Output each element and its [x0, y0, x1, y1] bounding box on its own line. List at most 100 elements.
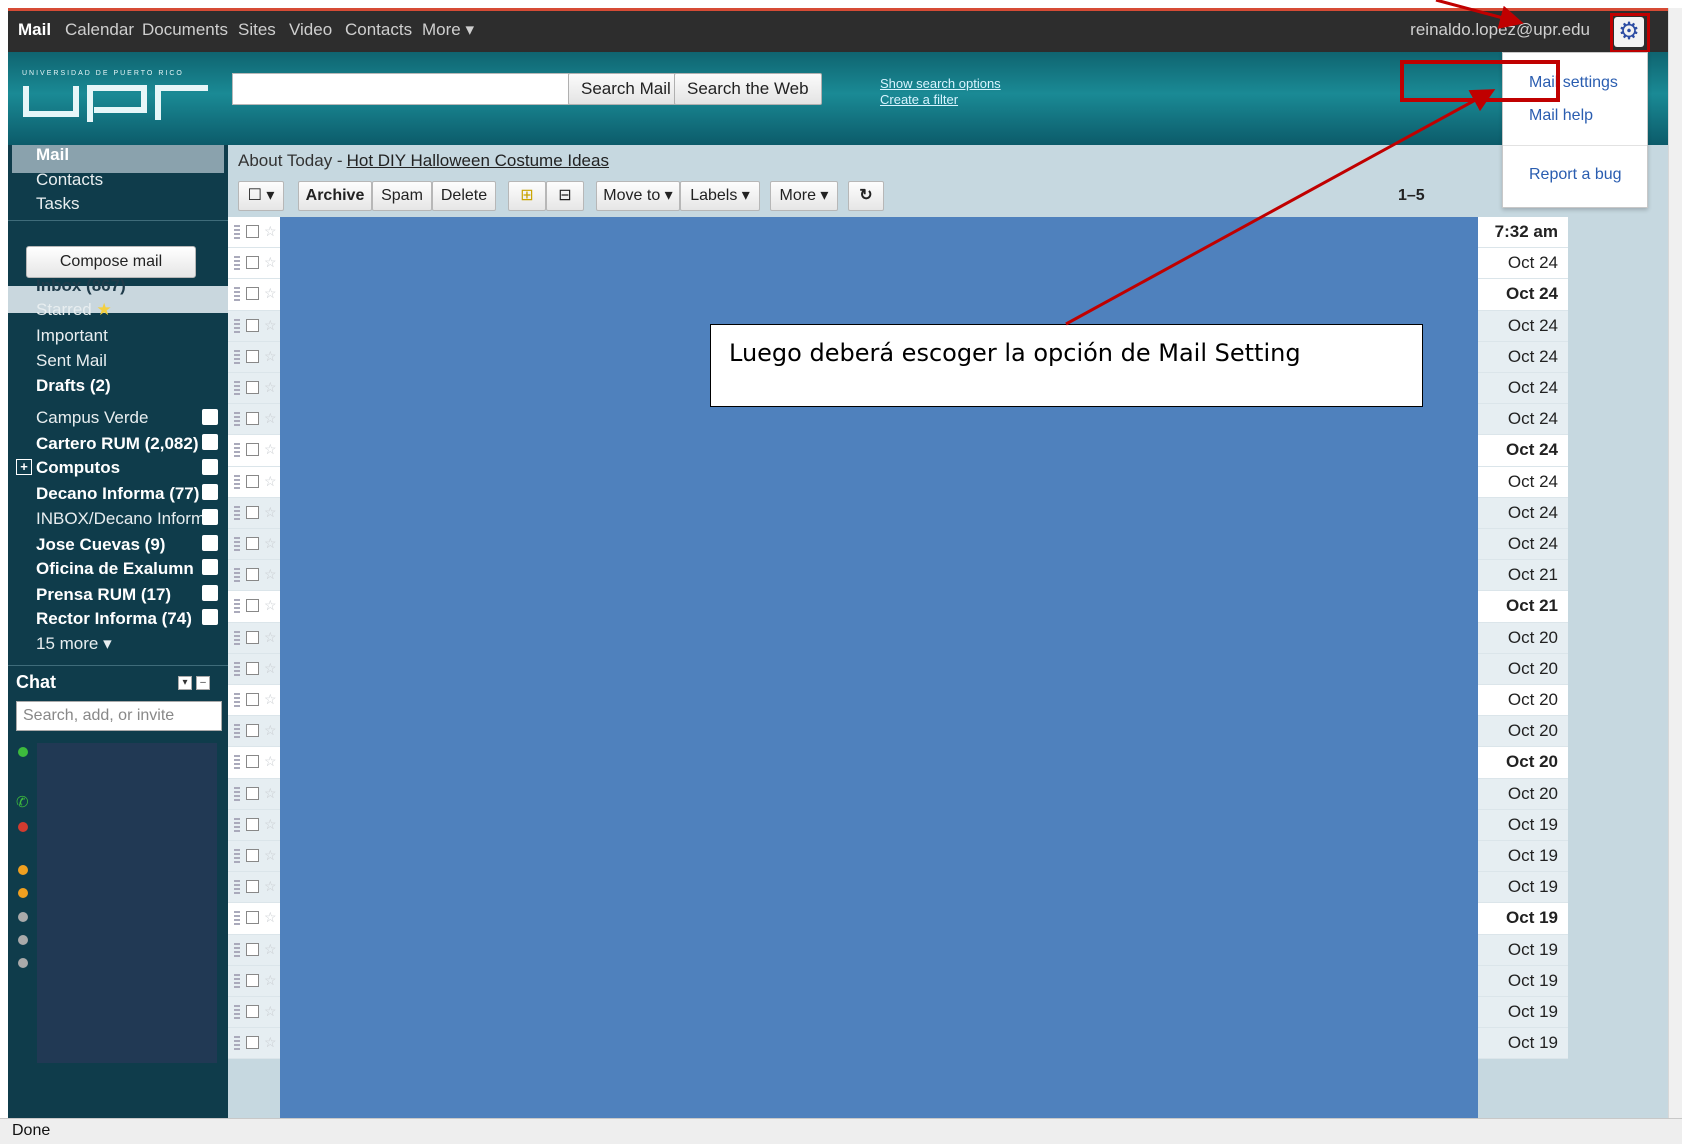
sidebar-tasks[interactable]: Tasks — [36, 194, 79, 214]
row-checkbox[interactable] — [246, 256, 259, 270]
chat-options-icon[interactable]: ▾ — [178, 676, 192, 690]
drag-handle-icon[interactable] — [234, 724, 240, 739]
row-checkbox[interactable] — [246, 225, 259, 238]
star-icon[interactable]: ☆ — [264, 629, 277, 646]
star-icon[interactable]: ☆ — [264, 597, 277, 614]
drag-handle-icon[interactable] — [234, 817, 240, 832]
drag-handle-icon[interactable] — [234, 849, 240, 863]
nav-calendar[interactable]: Calendar — [65, 20, 134, 40]
star-icon[interactable]: ☆ — [264, 816, 277, 833]
search-input[interactable] — [232, 73, 604, 105]
row-checkbox[interactable] — [246, 349, 259, 363]
label-color-swatch[interactable] — [202, 559, 218, 575]
sidebar-contacts[interactable]: Contacts — [36, 170, 103, 190]
row-checkbox[interactable] — [246, 412, 259, 426]
drag-handle-icon[interactable] — [234, 318, 240, 333]
star-icon[interactable]: ☆ — [264, 660, 277, 677]
star-icon[interactable]: ☆ — [264, 317, 277, 334]
spam-button[interactable]: Spam — [372, 181, 432, 211]
drag-handle-icon[interactable] — [234, 349, 240, 364]
nav-sites[interactable]: Sites — [238, 20, 276, 40]
labels-button[interactable]: Labels ▾ — [680, 181, 760, 211]
drag-handle-icon[interactable] — [234, 505, 240, 520]
drag-handle-icon[interactable] — [234, 568, 240, 583]
move-to-button[interactable]: Move to ▾ — [596, 181, 680, 211]
row-checkbox[interactable] — [246, 537, 259, 550]
drag-handle-icon[interactable] — [234, 287, 240, 302]
row-checkbox[interactable] — [246, 849, 259, 862]
label-jose-cuevas[interactable]: Jose Cuevas (9) — [36, 535, 165, 555]
row-checkbox[interactable] — [246, 724, 259, 738]
star-icon[interactable]: ☆ — [264, 566, 277, 583]
drag-handle-icon[interactable] — [234, 1036, 240, 1051]
star-icon[interactable]: ☆ — [264, 941, 277, 958]
label-oficina-exalumnos[interactable]: Oficina de Exalumn — [36, 559, 194, 579]
report-bug-item[interactable]: Report a bug — [1529, 166, 1622, 184]
refresh-icon[interactable]: ↻ — [848, 181, 884, 211]
drag-handle-icon[interactable] — [234, 693, 240, 707]
star-icon[interactable]: ☆ — [264, 847, 277, 864]
sidebar-inbox[interactable]: Inbox (867) — [36, 276, 126, 296]
star-icon[interactable]: ☆ — [264, 285, 277, 302]
drag-handle-icon[interactable] — [234, 630, 240, 645]
select-all-dropdown[interactable]: ☐ ▾ — [238, 181, 284, 211]
drag-handle-icon[interactable] — [234, 973, 240, 988]
drag-handle-icon[interactable] — [234, 786, 240, 801]
row-checkbox[interactable] — [246, 973, 259, 987]
sidebar-important[interactable]: Important — [36, 326, 108, 346]
row-checkbox[interactable] — [246, 942, 259, 956]
row-checkbox[interactable] — [246, 505, 259, 519]
row-checkbox[interactable] — [246, 661, 259, 675]
expand-label-icon[interactable]: + — [16, 459, 32, 475]
nav-more[interactable]: More ▾ — [422, 20, 474, 40]
chat-minimize-icon[interactable]: – — [196, 676, 210, 690]
label-color-swatch[interactable] — [202, 535, 218, 551]
star-icon[interactable]: ☆ — [264, 785, 277, 802]
label-color-swatch[interactable] — [202, 609, 218, 625]
star-icon[interactable]: ☆ — [264, 410, 277, 427]
star-icon[interactable]: ☆ — [264, 878, 277, 895]
star-icon[interactable]: ☆ — [264, 223, 277, 240]
label-cartero-rum[interactable]: Cartero RUM (2,082) — [36, 434, 199, 454]
drag-handle-icon[interactable] — [234, 911, 240, 926]
sidebar-drafts[interactable]: Drafts (2) — [36, 376, 111, 396]
row-checkbox[interactable] — [246, 287, 259, 301]
drag-handle-icon[interactable] — [234, 942, 240, 957]
label-prensa-rum[interactable]: Prensa RUM (17) — [36, 585, 171, 605]
row-checkbox[interactable] — [246, 443, 259, 457]
add-to-tasks-icon[interactable]: ⊞ — [508, 181, 546, 211]
more-labels-link[interactable]: 15 more ▾ — [36, 634, 112, 654]
star-icon[interactable]: ☆ — [264, 722, 277, 739]
chat-search-input[interactable]: Search, add, or invite — [16, 701, 222, 731]
sidebar-mail[interactable]: Mail — [36, 145, 69, 165]
drag-handle-icon[interactable] — [234, 474, 240, 489]
star-icon[interactable]: ☆ — [264, 504, 277, 521]
row-checkbox[interactable] — [246, 817, 259, 831]
row-checkbox[interactable] — [246, 755, 259, 769]
row-checkbox[interactable] — [246, 381, 259, 394]
drag-handle-icon[interactable] — [234, 412, 240, 427]
star-icon[interactable]: ☆ — [264, 473, 277, 490]
drag-handle-icon[interactable] — [234, 443, 240, 458]
nav-mail[interactable]: Mail — [18, 20, 51, 40]
drag-handle-icon[interactable] — [234, 381, 240, 395]
label-color-swatch[interactable] — [202, 509, 218, 525]
drag-handle-icon[interactable] — [234, 880, 240, 895]
sidebar-sent[interactable]: Sent Mail — [36, 351, 107, 371]
star-icon[interactable]: ☆ — [264, 348, 277, 365]
row-checkbox[interactable] — [246, 474, 259, 488]
nav-contacts[interactable]: Contacts — [345, 20, 412, 40]
label-color-swatch[interactable] — [202, 409, 218, 425]
drag-handle-icon[interactable] — [234, 661, 240, 676]
star-icon[interactable]: ☆ — [264, 909, 277, 926]
more-actions-button[interactable]: More ▾ — [770, 181, 838, 211]
row-checkbox[interactable] — [246, 880, 259, 894]
row-checkbox[interactable] — [246, 786, 259, 800]
star-icon[interactable]: ☆ — [264, 441, 277, 458]
label-color-swatch[interactable] — [202, 484, 218, 500]
row-checkbox[interactable] — [246, 1036, 259, 1050]
drag-handle-icon[interactable] — [234, 256, 240, 271]
star-icon[interactable]: ☆ — [264, 753, 277, 770]
label-color-swatch[interactable] — [202, 585, 218, 601]
star-icon[interactable]: ☆ — [264, 1003, 277, 1020]
